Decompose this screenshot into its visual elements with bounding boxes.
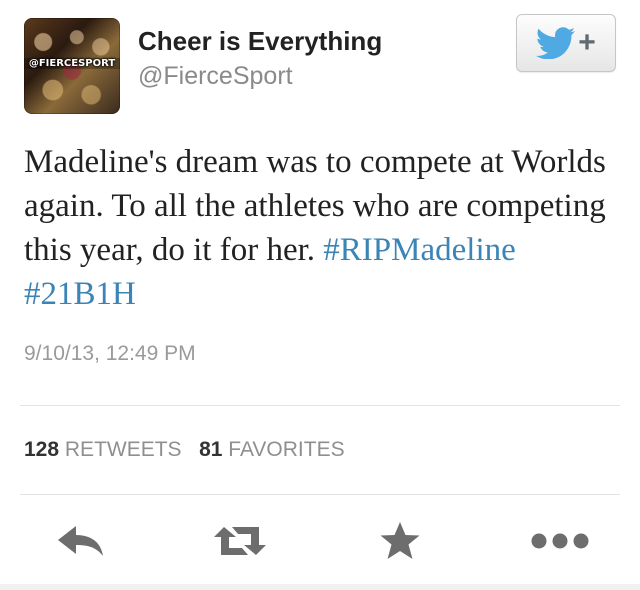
favorites-count[interactable]: 81 [199,438,222,461]
avatar-logo-text: @FIERCESPORT [24,58,120,69]
star-icon [380,522,420,559]
tweet-text: Madeline's dream was to compete at World… [24,140,624,316]
tweet-body: Madeline's dream was to compete at World… [24,144,606,268]
retweet-icon [214,527,266,555]
retweet-button[interactable] [210,512,270,570]
retweets-label[interactable]: RETWEETS [65,438,182,461]
display-name[interactable]: Cheer is Everything [138,26,382,57]
retweets-count[interactable]: 128 [24,438,59,461]
reply-button[interactable] [50,512,110,570]
user-handle[interactable]: @FierceSport [138,62,293,91]
follow-plus-label: + [578,26,596,59]
profile-avatar[interactable]: @FIERCESPORT [24,18,120,114]
favorite-button[interactable] [370,512,430,570]
hashtag-link[interactable]: #21B1H [24,276,136,312]
bottom-divider [0,584,640,590]
action-bar [0,512,640,570]
divider [20,494,620,495]
tweet-stats: 128 RETWEETS 81 FAVORITES [24,438,345,462]
twitter-bird-icon [536,27,576,59]
hashtag-link[interactable]: #RIPMadeline [323,232,515,268]
reply-icon [58,526,103,556]
tweet-timestamp: 9/10/13, 12:49 PM [24,342,196,365]
follow-button[interactable]: + [516,14,616,72]
divider [20,405,620,406]
favorites-label[interactable]: FAVORITES [228,438,344,461]
more-button[interactable] [530,512,590,570]
more-icon [531,533,589,549]
